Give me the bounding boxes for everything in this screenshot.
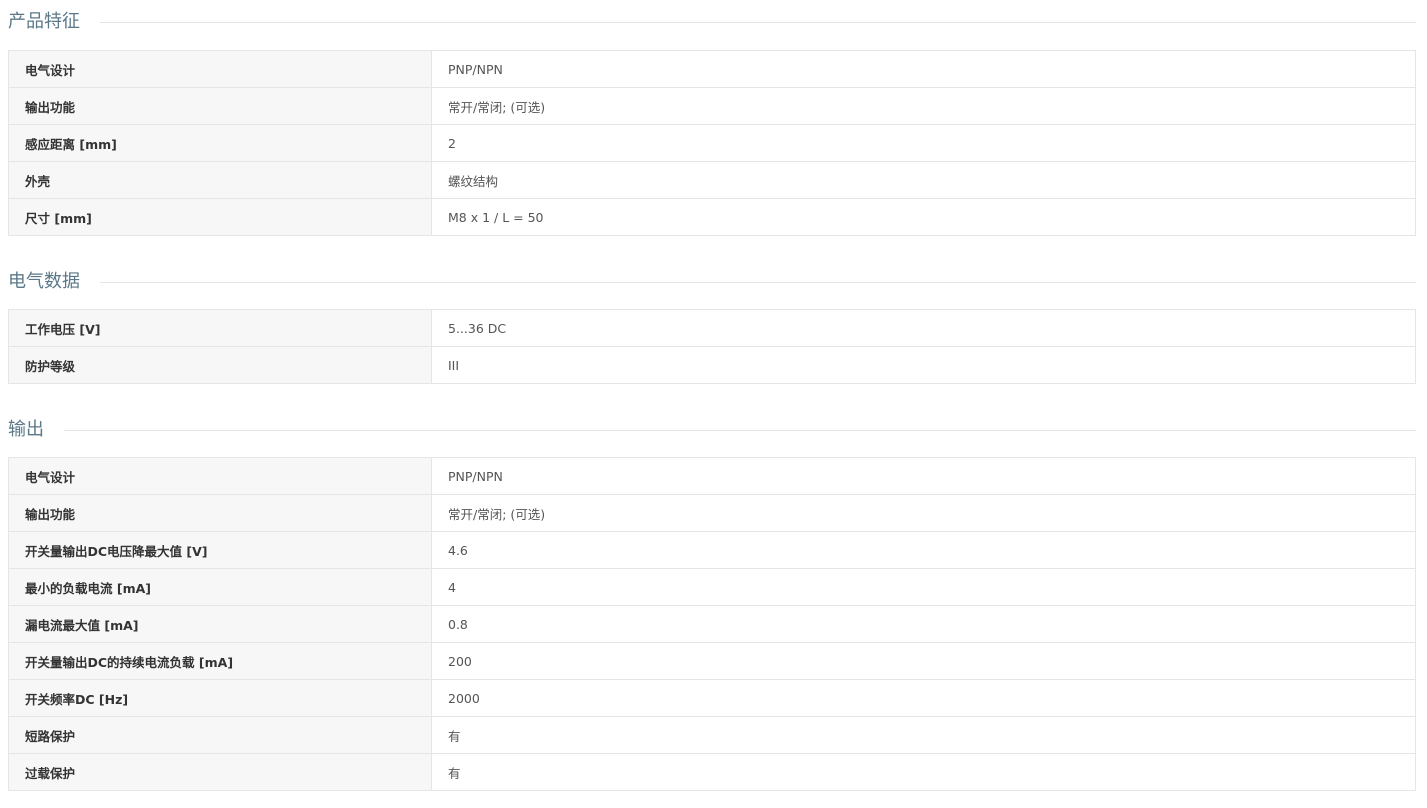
row-value: M8 x 1 / L = 50 [431, 198, 1416, 236]
row-label: 尺寸 [mm] [8, 198, 432, 236]
row-label: 漏电流最大值 [mA] [8, 605, 432, 643]
row-label: 输出功能 [8, 494, 432, 532]
table-row: 尺寸 [mm] M8 x 1 / L = 50 [8, 198, 1416, 236]
section-product-features: 产品特征 电气设计 PNP/NPN 输出功能 常开/常闭; (可选) 感应距离 … [8, 7, 1416, 236]
row-label: 过载保护 [8, 753, 432, 791]
section-divider [8, 282, 1416, 283]
table-row: 输出功能 常开/常闭; (可选) [8, 87, 1416, 125]
table-row: 开关频率DC [Hz] 2000 [8, 679, 1416, 717]
row-value: 5...36 DC [431, 309, 1416, 347]
row-label: 外壳 [8, 161, 432, 199]
spec-table: 工作电压 [V] 5...36 DC 防护等级 III [8, 309, 1416, 384]
row-label: 开关量输出DC的持续电流负载 [mA] [8, 642, 432, 680]
row-value: 4.6 [431, 531, 1416, 569]
table-row: 最小的负载电流 [mA] 4 [8, 568, 1416, 606]
table-row: 过载保护 有 [8, 753, 1416, 791]
row-value: 常开/常闭; (可选) [431, 87, 1416, 125]
section-header: 输出 [8, 415, 1416, 445]
table-row: 开关量输出DC的持续电流负载 [mA] 200 [8, 642, 1416, 680]
row-value: 200 [431, 642, 1416, 680]
row-label: 电气设计 [8, 50, 432, 88]
row-value: 螺纹结构 [431, 161, 1416, 199]
section-header: 电气数据 [8, 267, 1416, 297]
row-label: 感应距离 [mm] [8, 124, 432, 162]
table-row: 漏电流最大值 [mA] 0.8 [8, 605, 1416, 643]
row-value: 有 [431, 716, 1416, 754]
section-output: 输出 电气设计 PNP/NPN 输出功能 常开/常闭; (可选) 开关量输出DC… [8, 415, 1416, 791]
row-label: 开关频率DC [Hz] [8, 679, 432, 717]
table-row: 感应距离 [mm] 2 [8, 124, 1416, 162]
table-row: 工作电压 [V] 5...36 DC [8, 309, 1416, 347]
table-row: 电气设计 PNP/NPN [8, 457, 1416, 495]
row-label: 防护等级 [8, 346, 432, 384]
row-value: 有 [431, 753, 1416, 791]
row-value: PNP/NPN [431, 50, 1416, 88]
row-label: 输出功能 [8, 87, 432, 125]
row-label: 电气设计 [8, 457, 432, 495]
row-value: 2 [431, 124, 1416, 162]
table-row: 输出功能 常开/常闭; (可选) [8, 494, 1416, 532]
section-title: 产品特征 [8, 10, 100, 34]
row-label: 短路保护 [8, 716, 432, 754]
row-label: 开关量输出DC电压降最大值 [V] [8, 531, 432, 569]
spec-table: 电气设计 PNP/NPN 输出功能 常开/常闭; (可选) 感应距离 [mm] … [8, 50, 1416, 236]
section-divider [8, 22, 1416, 23]
row-label: 最小的负载电流 [mA] [8, 568, 432, 606]
section-title: 输出 [8, 418, 64, 442]
section-title: 电气数据 [8, 270, 100, 294]
section-divider [8, 430, 1416, 431]
row-value: 常开/常闭; (可选) [431, 494, 1416, 532]
section-header: 产品特征 [8, 7, 1416, 37]
table-row: 开关量输出DC电压降最大值 [V] 4.6 [8, 531, 1416, 569]
table-row: 短路保护 有 [8, 716, 1416, 754]
row-label: 工作电压 [V] [8, 309, 432, 347]
row-value: 0.8 [431, 605, 1416, 643]
row-value: 2000 [431, 679, 1416, 717]
table-row: 外壳 螺纹结构 [8, 161, 1416, 199]
section-electrical-data: 电气数据 工作电压 [V] 5...36 DC 防护等级 III [8, 267, 1416, 384]
row-value: PNP/NPN [431, 457, 1416, 495]
row-value: 4 [431, 568, 1416, 606]
row-value: III [431, 346, 1416, 384]
table-row: 电气设计 PNP/NPN [8, 50, 1416, 88]
table-row: 防护等级 III [8, 346, 1416, 384]
spec-table: 电气设计 PNP/NPN 输出功能 常开/常闭; (可选) 开关量输出DC电压降… [8, 457, 1416, 791]
